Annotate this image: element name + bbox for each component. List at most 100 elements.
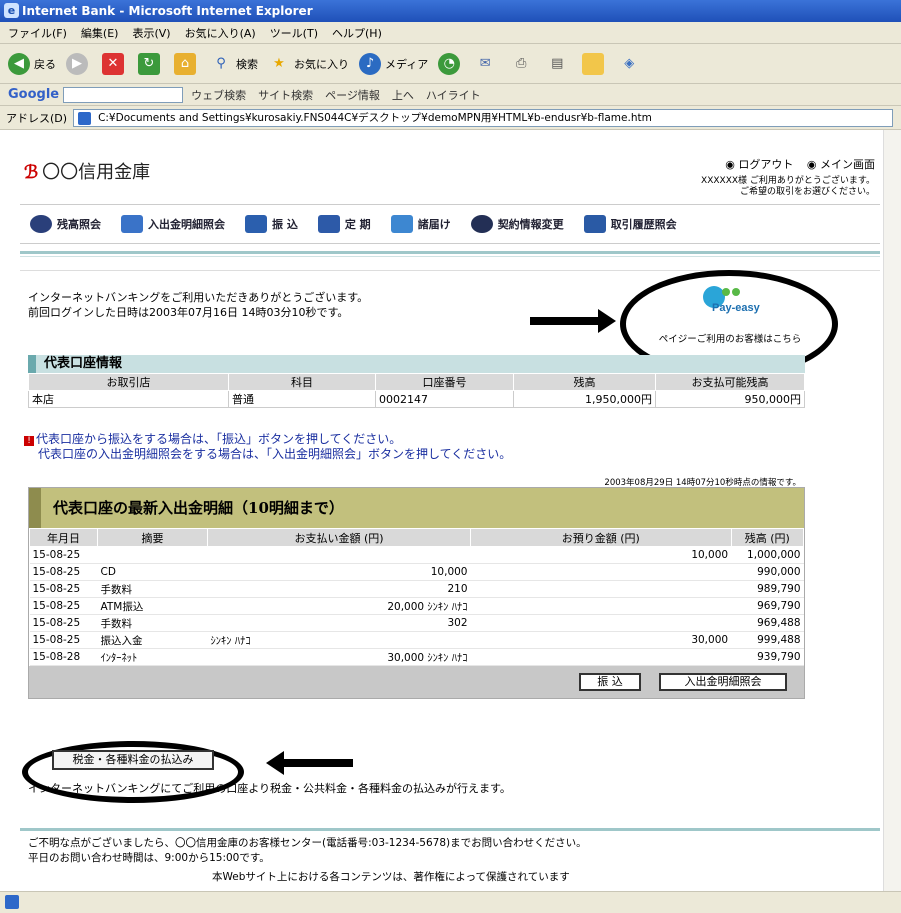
menu-view[interactable]: 表示(V) <box>132 25 170 41</box>
diamond-icon <box>390 215 413 233</box>
print-button[interactable]: ⎙ <box>510 53 536 75</box>
nav-transfer[interactable]: 振 込 <box>245 215 298 233</box>
payeasy-logo[interactable]: Pay-easy <box>700 283 770 315</box>
page-icon <box>78 111 92 125</box>
favorites-button[interactable]: ★ お気に入り <box>268 53 349 75</box>
nav-statement[interactable]: 入出金明細照会 <box>121 215 225 233</box>
card-icon <box>245 215 267 233</box>
vertical-scrollbar[interactable] <box>883 130 901 891</box>
menubar: ファイル(F) 編集(E) 表示(V) お気に入り(A) ツール(T) ヘルプ(… <box>0 22 901 44</box>
table-row: 15-08-25 CD 10,000 990,000 <box>29 563 804 581</box>
menu-file[interactable]: ファイル(F) <box>8 25 67 41</box>
bank-name: 〇〇信用金庫 <box>42 162 151 183</box>
intro-text: インターネットバンキングをご利用いただきありがとうございます。 前回ログインした… <box>28 291 369 319</box>
account-header-type: 科目 <box>228 373 376 391</box>
forward-button[interactable]: ▶ <box>66 52 92 75</box>
folder-icon <box>582 52 605 75</box>
nav-balance[interactable]: 残高照会 <box>30 215 101 233</box>
address-url: C:¥Documents and Settings¥kurosakiy.FNS0… <box>98 111 652 124</box>
main-screen-link[interactable]: ◉ メイン画面 <box>807 158 875 171</box>
home-icon: ⌂ <box>174 52 196 75</box>
table-row: 15-08-25 ATM振込 20,000 ｼﾝｷﾝ ﾊﾅｺ 969,790 <box>29 597 804 615</box>
history-icon: ◔ <box>438 52 461 75</box>
address-bar: アドレス(D) C:¥Documents and Settings¥kurosa… <box>0 106 901 130</box>
edit-icon: ▤ <box>551 55 564 71</box>
statement-title: 代表口座の最新入出金明細（10明細まで） <box>29 488 804 528</box>
statement-actions: 振 込 入出金明細照会 <box>29 666 804 698</box>
google-logo[interactable]: Google <box>8 87 59 102</box>
statement-inquiry-button[interactable]: 入出金明細照会 <box>659 673 787 691</box>
statement-panel: 代表口座の最新入出金明細（10明細まで） 年月日 摘要 お支払い金額 (円) お… <box>28 487 805 699</box>
mail-button[interactable]: ✉ <box>474 53 500 75</box>
account-header-balance: 残高 <box>513 373 656 391</box>
window-title: Internet Bank - Microsoft Internet Explo… <box>22 4 313 18</box>
back-arrow-icon: ◀ <box>8 52 30 75</box>
menu-favorites[interactable]: お気に入り(A) <box>185 25 256 41</box>
messenger-icon: ◈ <box>624 55 635 71</box>
footer-contact: ご不明な点がございましたら、〇〇信用金庫のお客様センター(電話番号:03-123… <box>28 837 587 864</box>
table-row: 15-08-25 振込入金 ｼﾝｷﾝ ﾊﾅｺ 30,000 999,488 <box>29 631 804 649</box>
deposit-icon <box>317 215 340 233</box>
divider <box>20 251 880 254</box>
list-icon <box>583 215 606 233</box>
home-button[interactable]: ⌂ <box>174 52 200 75</box>
person-icon <box>470 215 493 233</box>
nav-notifications[interactable]: 諸届け <box>390 215 451 233</box>
messenger-button[interactable]: ◈ <box>618 53 644 75</box>
media-button[interactable]: ♪ メディア <box>359 52 428 75</box>
nav-transaction-history[interactable]: 取引履歴照会 <box>583 215 677 233</box>
search-icon: ⚲ <box>216 55 226 71</box>
star-icon: ★ <box>273 55 285 71</box>
tax-payment-button[interactable]: 税金・各種料金の払込み <box>52 750 214 770</box>
bank-mark-icon: ℬ <box>24 162 39 183</box>
google-web-search-button[interactable]: ウェブ検索 <box>191 87 246 103</box>
account-header-number: 口座番号 <box>375 373 514 391</box>
search-button[interactable]: ⚲ 検索 <box>210 53 258 75</box>
google-site-search-button[interactable]: サイト検索 <box>258 87 313 103</box>
alert-icon: ! <box>24 436 34 446</box>
ie-icon: e <box>4 3 19 18</box>
table-row: 15-08-28 ｲﾝﾀｰﾈｯﾄ 30,000 ｼﾝｷﾝ ﾊﾅｺ 939,790 <box>29 648 804 666</box>
edit-button[interactable]: ▤ <box>546 53 572 75</box>
page-status-icon <box>5 895 19 909</box>
account-table: お取引店 科目 口座番号 残高 お支払可能残高 本店 普通 0002147 1,… <box>28 373 805 408</box>
account-info-title: 代表口座情報 <box>28 355 805 373</box>
folder-button[interactable] <box>582 52 608 75</box>
right-arrow-shaft <box>530 317 600 325</box>
top-links: ◉ ログアウト ◉ メイン画面 <box>715 156 875 172</box>
divider-thin <box>20 256 880 257</box>
left-arrow-icon <box>266 751 284 775</box>
address-input[interactable]: C:¥Documents and Settings¥kurosakiy.FNS0… <box>73 108 893 127</box>
google-page-info-button[interactable]: ページ情報 <box>325 87 380 103</box>
status-bar <box>0 891 901 913</box>
refresh-button[interactable]: ↻ <box>138 52 164 75</box>
table-row: 15-08-25 手数料 210 989,790 <box>29 580 804 598</box>
nav-time-deposit[interactable]: 定 期 <box>317 215 371 233</box>
google-search-input[interactable] <box>63 86 184 103</box>
google-highlight-button[interactable]: ハイライト <box>426 87 481 103</box>
transfer-arrows-icon <box>121 215 143 233</box>
payeasy-caption[interactable]: ペイジーご利用のお客様はこちら <box>630 331 830 345</box>
address-label: アドレス(D) <box>6 111 68 125</box>
stop-button[interactable]: ✕ <box>102 52 128 75</box>
bank-logo: ℬ 〇〇信用金庫 <box>24 158 150 184</box>
statement-table: 年月日 摘要 お支払い金額 (円) お預り金額 (円) 残高 (円) 15-08… <box>29 528 805 666</box>
history-button[interactable]: ◔ <box>438 52 464 75</box>
nav-contract-change[interactable]: 契約情報変更 <box>470 215 564 233</box>
payeasy-logo-text: Pay-easy <box>712 302 761 314</box>
transfer-button[interactable]: 振 込 <box>579 673 641 691</box>
media-icon: ♪ <box>359 52 381 75</box>
back-button[interactable]: ◀ 戻る <box>8 52 56 75</box>
main-nav: 残高照会 入出金明細照会 振 込 定 期 諸届け 契約情報変更 取引履歴照会 <box>20 204 880 244</box>
menu-help[interactable]: ヘルプ(H) <box>332 25 382 41</box>
logout-link[interactable]: ◉ ログアウト <box>725 158 793 171</box>
menu-tools[interactable]: ツール(T) <box>270 25 318 41</box>
page-content: ℬ 〇〇信用金庫 ◉ ログアウト ◉ メイン画面 XXXXXX様 ご利用ありがとう… <box>0 130 883 891</box>
toolbar: ◀ 戻る ▶ ✕ ↻ ⌂ ⚲ 検索 ★ お気に入り ♪ メディア ◔ ✉ ⎙ ▤ ◈ <box>0 44 901 84</box>
footer-divider <box>20 828 880 831</box>
tax-description: インターネットバンキングにてご利用の口座より税金・公共料金・各種料金の払込みが行… <box>28 782 511 795</box>
forward-arrow-icon: ▶ <box>66 52 88 75</box>
menu-edit[interactable]: 編集(E) <box>81 25 119 41</box>
google-up-button[interactable]: 上へ <box>392 87 414 103</box>
refresh-icon: ↻ <box>138 52 160 75</box>
